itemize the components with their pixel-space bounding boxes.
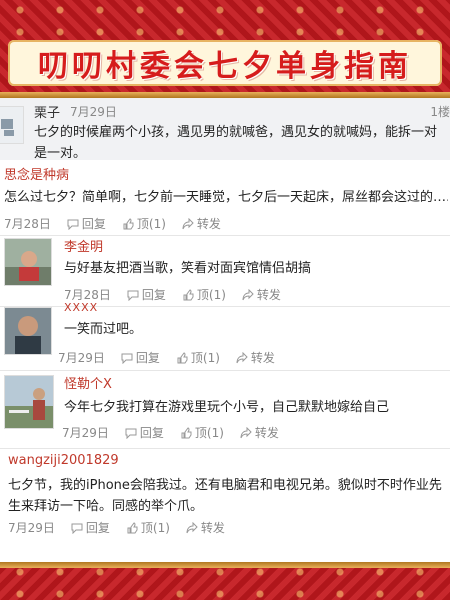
comment-text: 与好基友把酒当歌，笑看对面宾馆情侣胡搞 (64, 261, 312, 276)
avatar[interactable] (0, 106, 24, 144)
comment-post: 怪勒个X 今年七夕我打算在游戏里玩个小号，自己默默地嫁给自己 7月29日 回复 … (0, 371, 450, 447)
reply-label: 回复 (135, 351, 160, 365)
comment-text: 七夕节，我的iPhone会陪我过。还有电脑君和电视兄弟。貌似时不时作业先生来拜访… (8, 478, 442, 514)
username[interactable]: 怪勒个X (64, 373, 112, 392)
like-button[interactable]: 顶(1) (122, 215, 166, 232)
avatar[interactable] (4, 238, 52, 286)
reply-button[interactable]: 回复 (71, 519, 110, 536)
like-label: 顶(1) (190, 351, 220, 365)
title-banner: 叨叨村委会七夕单身指南 (8, 40, 442, 86)
comment-post: XXXX 一笑而过吧。 7月29日 回复 顶(1) 转发 (0, 301, 450, 373)
user-photo-icon (5, 239, 51, 285)
reply-label: 回复 (141, 288, 166, 302)
top-decorative-frame: 叨叨村委会七夕单身指南 (0, 0, 450, 98)
comment-text: 怎么过七夕？简单啊，七夕前一天睡觉，七夕后一天起床，屌丝都会这过的…… (4, 190, 448, 205)
share-button[interactable]: 转发 (236, 349, 275, 366)
like-label: 顶(1) (194, 426, 224, 440)
comment-post: 栗子 7月29日 1楼 七夕的时候雇两个小孩，遇见男的就喊爸，遇见女的就喊妈，能… (0, 98, 450, 161)
post-date: 7月28日 (4, 217, 51, 231)
share-label: 转发 (254, 426, 279, 440)
username[interactable]: XXXX (64, 301, 98, 314)
action-bar: 7月29日 回复 顶(1) 转发 (8, 519, 225, 536)
like-button[interactable]: 顶(1) (126, 519, 170, 536)
avatar[interactable] (4, 307, 52, 355)
share-button[interactable]: 转发 (242, 286, 281, 303)
username[interactable]: 思念是种病 (4, 164, 69, 183)
reply-button[interactable]: 回复 (127, 286, 166, 303)
reply-button[interactable]: 回复 (67, 215, 106, 232)
reply-icon (127, 290, 139, 301)
share-icon (242, 288, 254, 300)
user-photo-icon (5, 308, 51, 354)
comment-post: 李金明 与好基友把酒当歌，笑看对面宾馆情侣胡搞 7月28日 回复 顶(1) 转发 (0, 236, 450, 308)
action-bar: 7月29日 回复 顶(1) 转发 (62, 424, 279, 441)
like-button[interactable]: 顶(1) (180, 424, 224, 441)
like-icon (123, 217, 134, 229)
share-label: 转发 (200, 521, 225, 535)
like-label: 顶(1) (140, 521, 170, 535)
like-icon (183, 288, 194, 300)
username[interactable]: wangziji2001829 (8, 453, 119, 468)
comment-feed: 栗子 7月29日 1楼 七夕的时候雇两个小孩，遇见男的就喊爸，遇见女的就喊妈，能… (0, 98, 450, 562)
bottom-decorative-frame (0, 562, 450, 600)
like-label: 顶(1) (136, 217, 166, 231)
username[interactable]: 李金明 (64, 236, 103, 255)
share-icon (240, 426, 252, 438)
comment-text: 一笑而过吧。 (64, 322, 143, 337)
action-bar: 7月28日 回复 顶(1) 转发 (4, 215, 221, 232)
share-icon (186, 521, 198, 533)
post-date: 7月29日 (62, 426, 109, 440)
share-icon (182, 217, 194, 229)
user-photo-icon (5, 376, 53, 428)
share-button[interactable]: 转发 (186, 519, 225, 536)
default-avatar-icon (1, 119, 14, 136)
reply-button[interactable]: 回复 (125, 424, 164, 441)
reply-icon (71, 523, 83, 534)
share-label: 转发 (196, 217, 221, 231)
comment-post: wangziji2001829 七夕节，我的iPhone会陪我过。还有电脑君和电… (0, 449, 450, 562)
like-icon (127, 521, 138, 533)
like-label: 顶(1) (196, 288, 226, 302)
username[interactable]: 栗子 (34, 102, 60, 121)
comment-text: 今年七夕我打算在游戏里玩个小号，自己默默地嫁给自己 (64, 400, 390, 415)
reply-icon (67, 219, 79, 230)
like-button[interactable]: 顶(1) (182, 286, 226, 303)
comment-post: 思念是种病 怎么过七夕？简单啊，七夕前一天睡觉，七夕后一天起床，屌丝都会这过的…… (0, 160, 450, 236)
action-bar: 7月29日 回复 顶(1) 转发 (58, 349, 275, 366)
share-button[interactable]: 转发 (240, 424, 279, 441)
comment-text: 七夕的时候雇两个小孩，遇见男的就喊爸，遇见女的就喊妈，能拆一对是一对。 (34, 125, 438, 161)
post-date: 7月29日 (8, 521, 55, 535)
floor-tag: 1楼 (430, 105, 450, 119)
reply-label: 回复 (139, 426, 164, 440)
like-icon (177, 351, 188, 363)
reply-button[interactable]: 回复 (121, 349, 160, 366)
like-button[interactable]: 顶(1) (176, 349, 220, 366)
post-date: 7月29日 (58, 351, 105, 365)
reply-icon (121, 353, 133, 364)
reply-label: 回复 (81, 217, 106, 231)
banner-title: 叨叨村委会七夕单身指南 (38, 49, 412, 84)
avatar[interactable] (4, 375, 54, 429)
reply-label: 回复 (85, 521, 110, 535)
reply-icon (125, 428, 137, 439)
share-button[interactable]: 转发 (182, 215, 221, 232)
share-label: 转发 (256, 288, 281, 302)
like-icon (181, 426, 192, 438)
share-label: 转发 (250, 351, 275, 365)
post-date: 7月29日 (70, 105, 117, 119)
share-icon (236, 351, 248, 363)
